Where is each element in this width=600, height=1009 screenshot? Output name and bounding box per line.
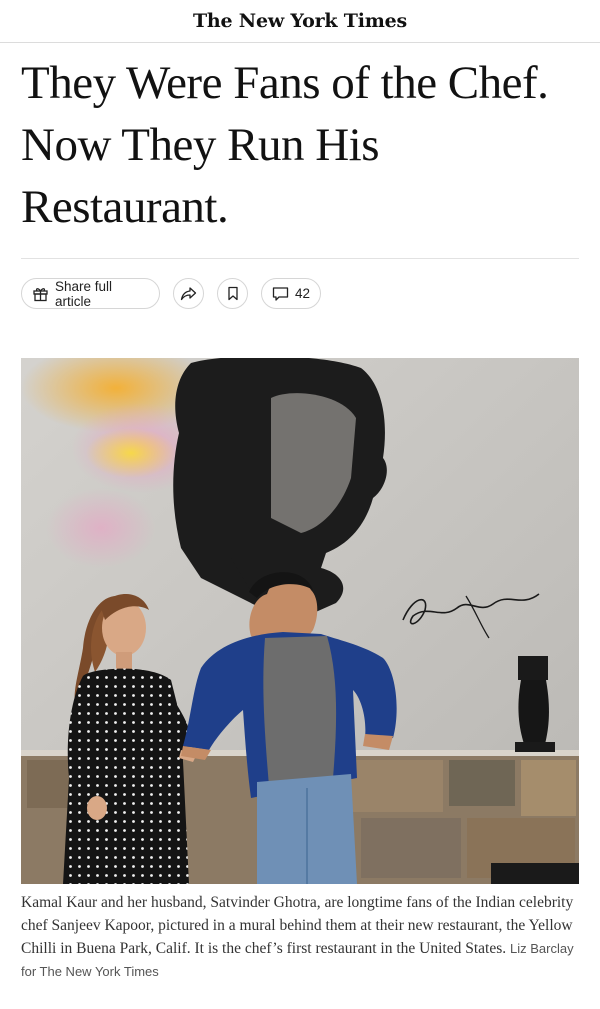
- nyt-logo[interactable]: The New York Times: [193, 10, 407, 32]
- article-toolbar: Share full article 42: [21, 278, 321, 311]
- bookmark-icon: [227, 286, 239, 301]
- restaurant-mural-photo: [21, 358, 579, 884]
- article-photo: [21, 358, 579, 884]
- caption-text: Kamal Kaur and her husband, Satvinder Gh…: [21, 894, 574, 957]
- comments-button[interactable]: 42: [261, 278, 321, 309]
- save-bookmark-button[interactable]: [217, 278, 248, 309]
- photo-caption: Kamal Kaur and her husband, Satvinder Gh…: [21, 891, 581, 983]
- divider: [21, 258, 579, 259]
- forward-arrow-icon: [180, 286, 197, 301]
- gift-icon: [32, 285, 49, 302]
- share-button-label: Share full article: [55, 278, 113, 309]
- masthead: The New York Times: [0, 0, 600, 43]
- share-full-article-button[interactable]: Share full article: [21, 278, 160, 309]
- article-headline: They Were Fans of the Chef. Now They Run…: [21, 57, 549, 233]
- comments-count: 42: [294, 286, 311, 301]
- forward-button[interactable]: [173, 278, 204, 309]
- comment-bubble-icon: [272, 286, 289, 302]
